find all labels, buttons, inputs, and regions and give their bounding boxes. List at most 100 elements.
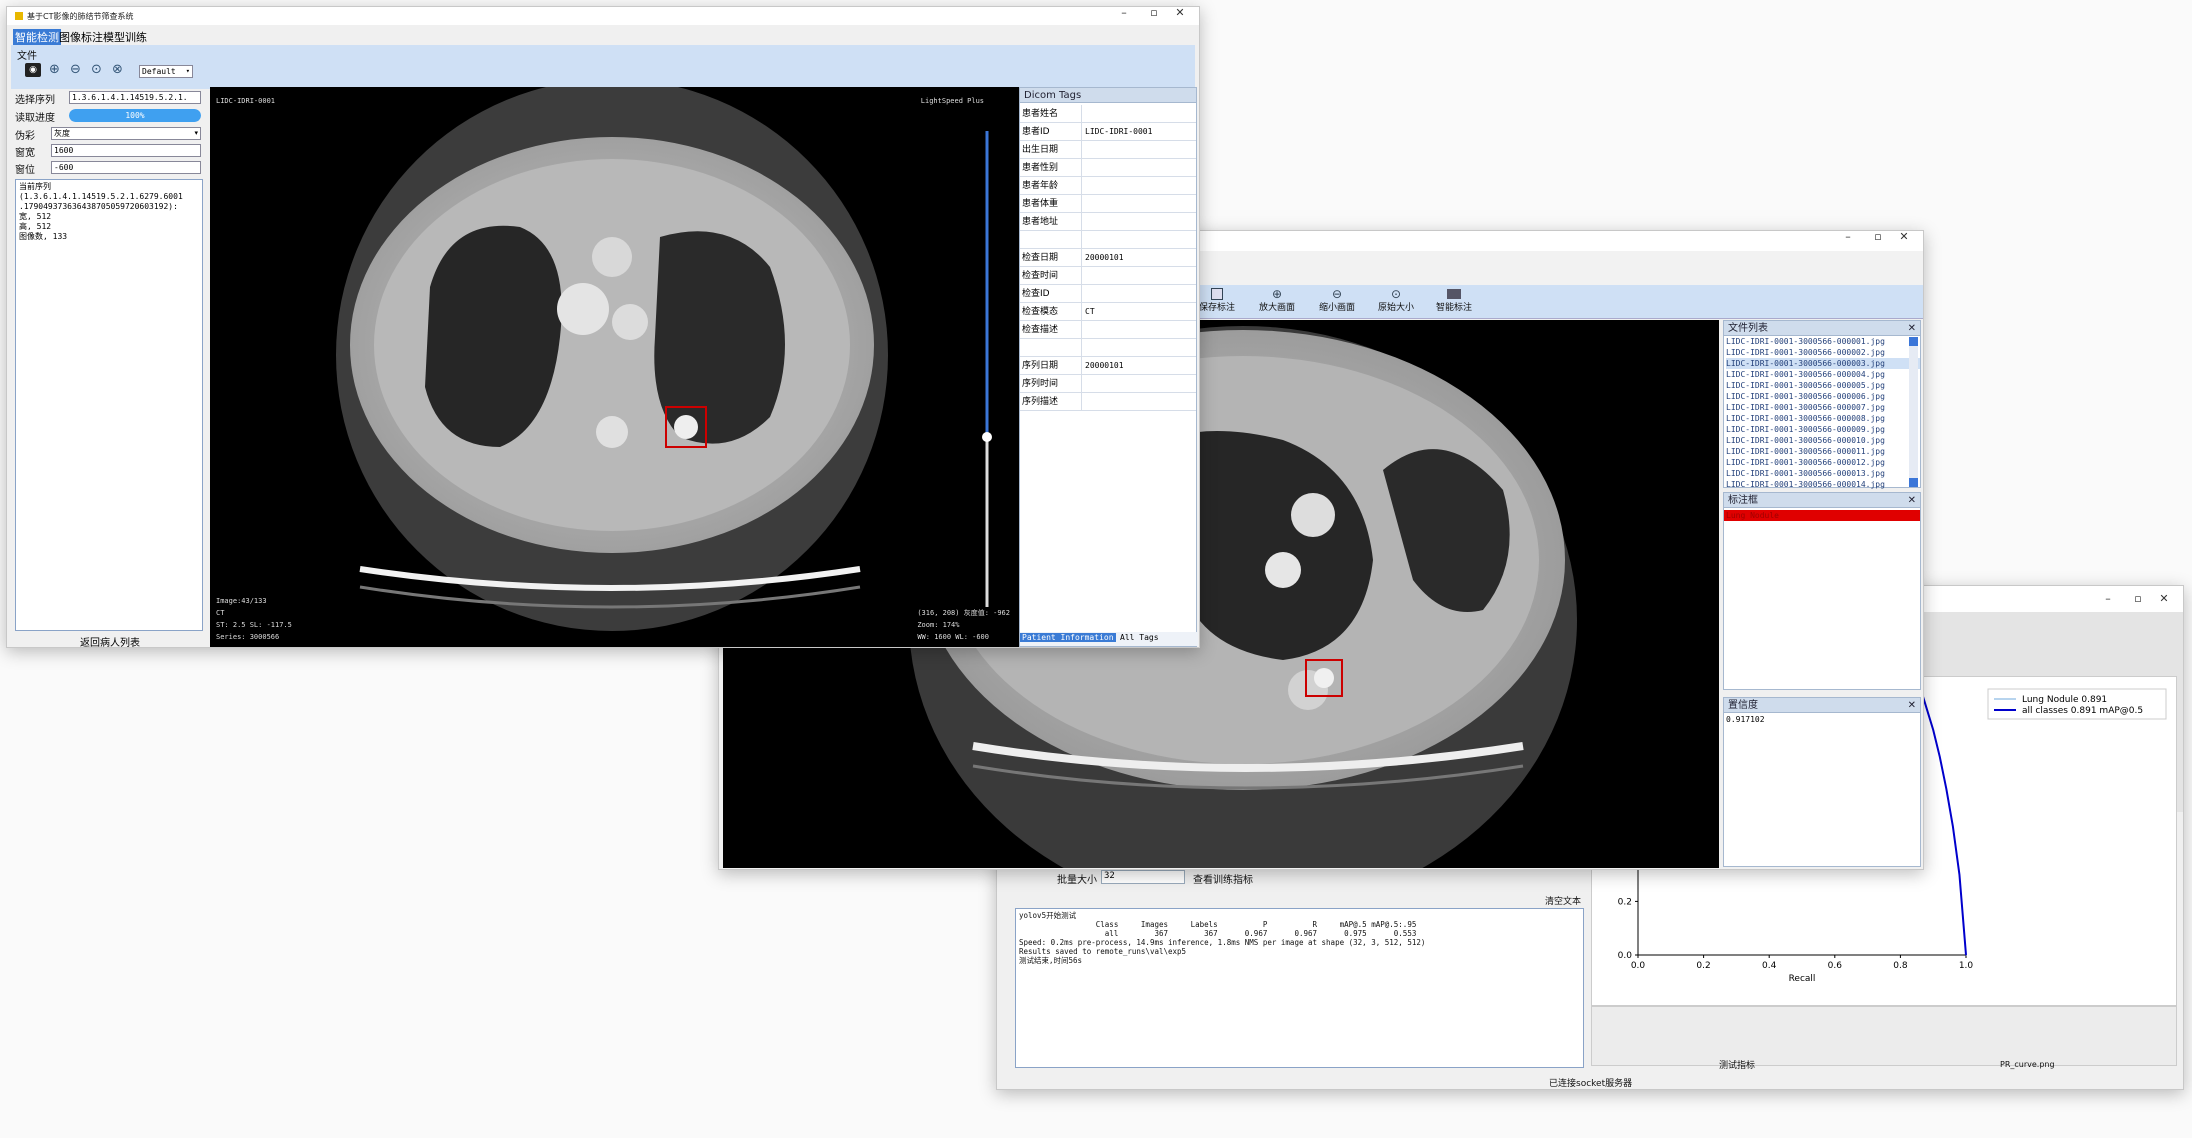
zoom-out-icon[interactable]: ⊖ <box>70 62 81 77</box>
dicom-tags-title: Dicom Tags <box>1024 90 1082 101</box>
ct-viewer[interactable]: LIDC-IDRI-0001 LightSpeed Plus Image:43/… <box>210 87 1036 647</box>
file-list-item[interactable]: LIDC-IDRI-0001-3000566-000012.jpg <box>1726 457 1920 468</box>
dicom-tag-name: 序列日期 <box>1020 357 1082 374</box>
pr-point <box>1926 707 1928 709</box>
close-icon[interactable]: ✕ <box>1908 321 1916 336</box>
file-list-item[interactable]: LIDC-IDRI-0001-3000566-000009.jpg <box>1726 424 1920 435</box>
pr-series-line <box>1919 686 1967 956</box>
fit-window-icon[interactable]: ⊙ <box>91 62 102 77</box>
file-list-item[interactable]: LIDC-IDRI-0001-3000566-000010.jpg <box>1726 435 1920 446</box>
dicom-row: 检查模态 CT <box>1020 303 1196 321</box>
zoom-in-tool[interactable]: ⊕ 放大画面 <box>1255 288 1299 313</box>
file-list-item[interactable]: LIDC-IDRI-0001-3000566-000004.jpg <box>1726 369 1920 380</box>
viewer-info-line: CT <box>216 609 225 617</box>
minimize-button[interactable]: – <box>2093 586 2123 612</box>
dicom-tag-name: 检查模态 <box>1020 303 1082 320</box>
log-line: Class Images Labels P R mAP@.5 mAP@.5:.9… <box>1019 920 1417 929</box>
dicom-row: 患者地址 <box>1020 213 1196 231</box>
pr-point <box>1932 729 1934 731</box>
file-list-item[interactable]: LIDC-IDRI-0001-3000566-000013.jpg <box>1726 468 1920 479</box>
confidence-value: 0.917102 <box>1726 715 1765 724</box>
pr-series-line <box>1919 686 1967 956</box>
back-to-patient-list-button[interactable]: 返回病人列表 <box>13 634 207 647</box>
dicom-row: 序列描述 <box>1020 393 1196 411</box>
dicom-tag-value <box>1082 339 1196 356</box>
x-axis-label: Recall <box>1789 974 1816 984</box>
test-metrics-tab[interactable]: 测试指标 <box>1719 1058 1755 1071</box>
dicom-tag-value <box>1082 159 1196 176</box>
log-line: Speed: 0.2ms pre-process, 14.9ms inferen… <box>1019 938 1426 947</box>
log-line: Results saved to remote_runs\val\exp5 <box>1019 947 1187 956</box>
smart-annotation-tool[interactable]: 智能标注 <box>1431 288 1477 313</box>
viewer-info-line: Zoom: 174% <box>917 621 960 629</box>
select-series-label: 选择序列 <box>15 95 55 106</box>
close-icon[interactable]: ✕ <box>1908 698 1916 713</box>
batch-size-input[interactable]: 32 <box>1101 870 1185 884</box>
close-button[interactable]: ✕ <box>1165 7 1195 25</box>
save-annotation-tool[interactable]: 保存标注 <box>1197 288 1237 313</box>
clear-text-button[interactable]: 清空文本 <box>1545 894 1581 907</box>
dicom-tag-name: 患者年龄 <box>1020 177 1082 194</box>
dicom-row: 检查描述 <box>1020 321 1196 339</box>
tab-smart-detection[interactable]: 智能检测 <box>13 29 61 45</box>
dicom-row: 患者年龄 <box>1020 177 1196 195</box>
dicom-row <box>1020 339 1196 357</box>
eye-icon[interactable]: ◉ <box>25 63 41 77</box>
test-log-text: yolov5开始测试 Class Images Labels P R mAP@.… <box>1019 911 1580 965</box>
file-list-item[interactable]: LIDC-IDRI-0001-3000566-000005.jpg <box>1726 380 1920 391</box>
preset-value: Default <box>142 67 176 76</box>
window-level-label: 窗位 <box>15 165 35 176</box>
original-size-label: 原始大小 <box>1377 303 1414 313</box>
file-list-item[interactable]: LIDC-IDRI-0001-3000566-000003.jpg <box>1726 358 1920 369</box>
zoom-in-icon[interactable]: ⊕ <box>49 62 60 77</box>
dicom-tag-value <box>1082 177 1196 194</box>
viewer-info-line: (316, 208) 灰度值: -962 <box>917 609 1010 617</box>
reset-zoom-icon[interactable]: ⊗ <box>112 62 123 77</box>
file-list: LIDC-IDRI-0001-3000566-000001.jpg LIDC-ID… <box>1724 336 1920 490</box>
file-list-scrollbar[interactable] <box>1909 337 1918 487</box>
tab-patient-information[interactable]: Patient Information <box>1020 633 1116 642</box>
view-metrics-button[interactable]: 查看训练指标 <box>1193 871 1253 886</box>
file-list-item[interactable]: LIDC-IDRI-0001-3000566-000007.jpg <box>1726 402 1920 413</box>
tab-all-tags[interactable]: All Tags <box>1120 633 1159 642</box>
file-list-item[interactable]: LIDC-IDRI-0001-3000566-000008.jpg <box>1726 413 1920 424</box>
series-select-value: 1.3.6.1.4.1.14519.5.2.1. <box>72 93 188 102</box>
chevron-down-icon: ▾ <box>185 67 190 75</box>
dicom-tag-name: 序列描述 <box>1020 393 1082 410</box>
dicom-tag-value <box>1082 105 1196 122</box>
window-width-input[interactable]: 1600 <box>51 144 201 157</box>
pr-curve-tab[interactable]: PR_curve.png <box>2000 1060 2055 1069</box>
file-list-item[interactable]: LIDC-IDRI-0001-3000566-000011.jpg <box>1726 446 1920 457</box>
preset-select[interactable]: Default ▾ <box>139 65 193 78</box>
dicom-tag-name: 检查时间 <box>1020 267 1082 284</box>
test-log-textarea[interactable]: yolov5开始测试 Class Images Labels P R mAP@.… <box>1015 908 1584 1068</box>
dicom-tags-table: 患者姓名 患者ID LIDC-IDRI-0001 出生日期 患者性别 患者年龄 患者体重 患者… <box>1020 105 1196 411</box>
close-icon[interactable]: ✕ <box>1908 493 1916 508</box>
dicom-tag-value: 20000101 <box>1085 361 1124 370</box>
series-info-line: (1.3.6.1.4.1.14519.5.2.1.6279.6001 <box>19 192 183 201</box>
dicom-tag-value: LIDC-IDRI-0001 <box>1085 127 1153 136</box>
scroll-down-icon[interactable] <box>1909 478 1918 487</box>
original-size-tool[interactable]: ⊙ 原始大小 <box>1373 288 1419 313</box>
tab-model-training[interactable]: 模型训练 <box>103 29 147 45</box>
window-level-input[interactable]: -600 <box>51 161 201 174</box>
file-list-item[interactable]: LIDC-IDRI-0001-3000566-000002.jpg <box>1726 347 1920 358</box>
minimize-button[interactable]: – <box>1109 7 1139 25</box>
colormap-select[interactable]: 灰度 ▾ <box>51 127 201 140</box>
detection-window: 基于CT影像的肺结节筛查系统 – ▫ ✕ 智能检测 图像标注 模型训练 文件 ◉… <box>6 6 1200 648</box>
scroll-up-icon[interactable] <box>1909 337 1918 346</box>
series-select[interactable]: 1.3.6.1.4.1.14519.5.2.1. <box>69 91 201 104</box>
file-list-item[interactable]: LIDC-IDRI-0001-3000566-000014.jpg <box>1726 479 1920 490</box>
minimize-button[interactable]: – <box>1833 231 1863 251</box>
dicom-tag-value <box>1082 285 1196 302</box>
close-button[interactable]: ✕ <box>1889 231 1919 251</box>
file-list-item[interactable]: LIDC-IDRI-0001-3000566-000001.jpg <box>1726 336 1920 347</box>
close-button[interactable]: ✕ <box>2149 586 2179 612</box>
file-list-item[interactable]: LIDC-IDRI-0001-3000566-000006.jpg <box>1726 391 1920 402</box>
tab-image-annotation[interactable]: 图像标注 <box>59 29 103 45</box>
label-box-item[interactable]: Lung Nodule <box>1724 510 1920 521</box>
file-menu[interactable]: 文件 <box>17 47 37 62</box>
series-info-textarea[interactable]: 当前序列 (1.3.6.1.4.1.14519.5.2.1.6279.6001.1… <box>15 179 203 631</box>
dicom-row: 序列日期 20000101 <box>1020 357 1196 375</box>
zoom-out-tool[interactable]: ⊖ 缩小画面 <box>1315 288 1359 313</box>
